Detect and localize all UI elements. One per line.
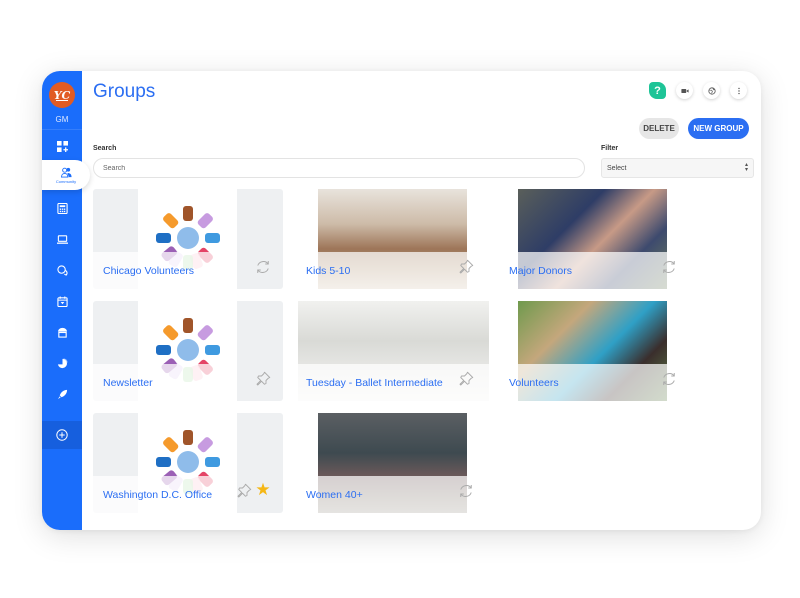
sidebar-item-add[interactable] bbox=[42, 421, 82, 449]
sidebar-item-calculator[interactable] bbox=[42, 195, 82, 221]
sidebar-item-launch[interactable] bbox=[42, 381, 82, 407]
sidebar: YC GM Community bbox=[42, 71, 90, 530]
search-label: Search bbox=[93, 145, 117, 152]
more-vertical-icon bbox=[737, 87, 740, 94]
more-button[interactable] bbox=[730, 82, 747, 99]
group-card[interactable]: Chicago Volunteers bbox=[93, 189, 283, 289]
new-group-button[interactable]: NEW GROUP bbox=[688, 118, 749, 139]
group-card[interactable]: Tuesday - Ballet Intermediate bbox=[296, 301, 489, 401]
filter-label: Filter bbox=[601, 145, 619, 152]
delete-button[interactable]: DELETE bbox=[639, 118, 679, 139]
sidebar-item-chat[interactable] bbox=[42, 257, 82, 283]
sync-icon[interactable] bbox=[254, 258, 272, 276]
help-icon[interactable]: ? bbox=[649, 82, 666, 99]
video-icon bbox=[680, 88, 689, 93]
header-actions: ? bbox=[649, 82, 747, 99]
dashboard-icon bbox=[56, 140, 68, 152]
group-name[interactable]: Women 40+ bbox=[306, 489, 363, 501]
sync-icon[interactable] bbox=[457, 482, 475, 500]
group-name[interactable]: Chicago Volunteers bbox=[103, 265, 194, 277]
filter-selected-value: Select bbox=[607, 164, 627, 172]
group-card[interactable]: Washington D.C. Office ★ bbox=[93, 413, 283, 513]
group-card[interactable]: Kids 5-10 bbox=[296, 189, 486, 289]
video-button[interactable] bbox=[676, 82, 693, 99]
favorite-star-icon[interactable]: ★ bbox=[254, 481, 272, 499]
group-name[interactable]: Washington D.C. Office bbox=[103, 489, 212, 501]
group-name[interactable]: Tuesday - Ballet Intermediate bbox=[306, 377, 443, 389]
group-name[interactable]: Newsletter bbox=[103, 377, 153, 389]
sidebar-item-store[interactable] bbox=[42, 319, 82, 345]
pin-icon[interactable] bbox=[457, 258, 475, 276]
plus-circle-icon bbox=[56, 429, 68, 441]
group-card[interactable]: Women 40+ bbox=[296, 413, 486, 513]
sidebar-item-pie[interactable] bbox=[42, 350, 82, 376]
group-card[interactable]: Volunteers bbox=[499, 301, 689, 401]
group-name[interactable]: Major Donors bbox=[509, 265, 572, 277]
chat-icon bbox=[56, 264, 68, 276]
pin-icon[interactable] bbox=[235, 482, 253, 500]
search-input[interactable] bbox=[93, 158, 585, 178]
globe-button[interactable] bbox=[703, 82, 720, 99]
globe-icon bbox=[707, 86, 716, 95]
calendar-icon bbox=[56, 295, 68, 307]
page-title: Groups bbox=[93, 81, 156, 102]
calculator-icon bbox=[56, 202, 68, 214]
select-arrows-icon: ▴ ▾ bbox=[744, 162, 748, 173]
filter-select[interactable]: Select ▴ ▾ bbox=[601, 158, 754, 178]
pin-icon[interactable] bbox=[457, 370, 475, 388]
sidebar-item-calendar[interactable] bbox=[42, 288, 82, 314]
user-initials[interactable]: GM bbox=[42, 115, 82, 124]
org-logo[interactable]: YC bbox=[49, 82, 75, 108]
sync-icon[interactable] bbox=[660, 258, 678, 276]
group-name[interactable]: Kids 5-10 bbox=[306, 265, 350, 277]
sidebar-item-label: Community bbox=[55, 178, 77, 184]
group-card[interactable]: Major Donors bbox=[499, 189, 689, 289]
sidebar-divider bbox=[42, 129, 82, 130]
group-name[interactable]: Volunteers bbox=[509, 377, 559, 389]
pin-icon[interactable] bbox=[254, 370, 272, 388]
sidebar-item-laptop[interactable] bbox=[42, 226, 82, 252]
store-icon bbox=[57, 327, 67, 338]
group-card[interactable]: Newsletter bbox=[93, 301, 283, 401]
laptop-icon bbox=[56, 234, 68, 244]
app-window: YC GM Community Groups ? DELETE NEW GROU… bbox=[42, 71, 761, 530]
sidebar-item-community[interactable]: Community bbox=[42, 160, 90, 190]
rocket-icon bbox=[57, 389, 67, 399]
sidebar-item-dashboard[interactable] bbox=[42, 133, 82, 159]
pie-chart-icon bbox=[57, 357, 68, 368]
community-icon bbox=[60, 167, 72, 178]
sync-icon[interactable] bbox=[660, 370, 678, 388]
